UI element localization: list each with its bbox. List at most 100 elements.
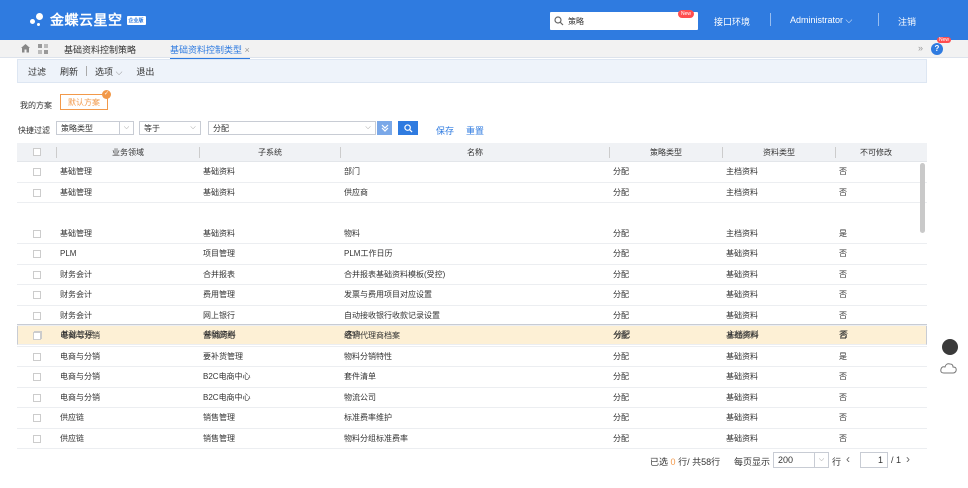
cloud-icon[interactable] (940, 362, 958, 376)
row-checkbox[interactable] (33, 229, 41, 238)
selected-prefix: 已选 (650, 457, 669, 467)
table-row[interactable]: 电商与分销 B2C电商中心 物流公司 分配 基础资料 否 (17, 388, 927, 408)
cell-subsystem: 费用管理 (203, 290, 235, 299)
logo-mark-icon (28, 11, 46, 29)
page-number-value: 1 (877, 455, 883, 465)
tab-control-type[interactable]: 基础资料控制类型 × (170, 43, 250, 60)
apps-grid-icon[interactable] (38, 44, 48, 56)
logout-link[interactable]: 注销 (898, 15, 916, 28)
assistant-avatar[interactable] (942, 339, 958, 355)
row-checkbox[interactable] (33, 291, 41, 299)
row-checkbox[interactable] (33, 311, 41, 320)
row-checkbox[interactable] (33, 250, 41, 258)
cell-strategy-type: 分配 (613, 413, 629, 422)
refresh-button[interactable]: 刷新 (60, 65, 78, 78)
filter-operator-select[interactable]: 等于 ⌵ (139, 121, 201, 135)
table-row[interactable]: 基础管理 基础资料 物料 分配 主档资料 是 (17, 224, 927, 244)
table-row[interactable]: PLM 项目管理 PLM工作日历 分配 基础资料 否 (17, 244, 927, 265)
page-number-input[interactable]: 1 (860, 452, 888, 468)
home-icon[interactable] (20, 43, 31, 55)
quick-filter-label: 快捷过滤 (18, 126, 50, 135)
chevron-down-icon[interactable]: ⌵ (361, 122, 375, 134)
row-checkbox[interactable] (33, 352, 41, 361)
cell-domain: 供应链 (60, 413, 84, 422)
column-header-name[interactable]: 名称 (341, 143, 609, 162)
column-header-data-type[interactable]: 资料类型 (723, 143, 835, 162)
table-row[interactable]: 基础管理 基础资料 部门 分配 主档资料 否 (17, 162, 927, 183)
select-all-checkbox[interactable] (33, 148, 41, 156)
user-menu[interactable]: Administrator ⌵ (790, 15, 852, 26)
help-icon[interactable]: ? (931, 43, 943, 55)
cell-locked: 否 (839, 433, 847, 443)
table-row[interactable]: 财务会计 费用管理 发票与费用项目对应设置 分配 基础资料 否 (17, 285, 927, 306)
row-checkbox[interactable] (33, 434, 41, 443)
table-row[interactable]: 电商与分销 B2C电商中心 套件清单 分配 基础资料 否 (17, 367, 927, 388)
table-row[interactable]: 财务会计 合并报表 合并报表基础资料模板(受控) 分配 基础资料 否 (17, 265, 927, 285)
table-row[interactable]: 电商与分销 营销网络 经销代理商档案 分配 基础资料 否 (17, 326, 927, 347)
row-checkbox[interactable] (33, 332, 41, 340)
search-icon[interactable] (550, 16, 568, 26)
data-table: 业务领域 子系统 名称 策略类型 资料类型 不可修改 基础管理 基础资料 部门 分配主… (17, 143, 927, 449)
per-page-select[interactable]: 200 ⌵ (773, 452, 829, 468)
filter-value-text: 分配 (213, 123, 229, 133)
column-header-locked[interactable]: 不可修改 (836, 143, 916, 162)
column-header-strategy-type[interactable]: 策略类型 (610, 143, 722, 162)
global-search[interactable]: 策略 (550, 12, 698, 30)
filter-search-button[interactable] (398, 121, 418, 135)
close-icon[interactable]: × (245, 45, 250, 55)
column-header-domain[interactable]: 业务领域 (57, 143, 199, 162)
double-chevron-down-icon[interactable] (377, 121, 392, 135)
cell-locked: 否 (839, 187, 847, 197)
table-row[interactable]: 供应链 销售管理 标准费率维护 分配 基础资料 否 (17, 408, 927, 429)
scheme-label: 我的方案 (20, 101, 52, 110)
table-body: 基础管理 基础资料 部门 分配 主档资料否基础管理 基础资料 供应商 分配 主档资料否基础管理基… (17, 162, 927, 449)
chevron-down-icon[interactable]: ⌵ (119, 122, 133, 134)
table-row[interactable]: 财务会计 网上银行 自动接收银行收款记录设置 分配 基础资料 否 (17, 306, 927, 326)
tab-control-strategy[interactable]: 基础资料控制策略 (64, 43, 136, 56)
cell-strategy-type: 分配 (613, 249, 629, 258)
cell-strategy-type: 分配 (613, 392, 629, 402)
tab-label: 基础资料控制类型 (170, 45, 243, 55)
table-row[interactable]: 电商与分销 要补货管理 物料分销特性 分配 基础资料 是 (17, 347, 927, 367)
cell-strategy-type: 分配 (613, 269, 629, 279)
check-icon: ✓ (102, 90, 111, 99)
cell-locked: 否 (839, 331, 847, 340)
default-scheme-button[interactable]: 默认方案 (60, 94, 108, 110)
row-checkbox[interactable] (33, 168, 41, 176)
row-checkbox[interactable] (33, 414, 41, 422)
cell-name: 经销代理商档案 (344, 331, 400, 340)
table-row[interactable]: 供应链 销售管理 物料分组标准费率 分配 基础资料 否 (17, 429, 927, 449)
options-menu[interactable]: 选项 ⌵ (95, 65, 122, 78)
cell-strategy-type: 分配 (613, 310, 629, 320)
cell-strategy-type: 分配 (613, 290, 629, 299)
cell-domain: 财务会计 (60, 290, 92, 299)
column-header-subsystem[interactable]: 子系统 (200, 143, 340, 162)
env-link[interactable]: 接口环境 (714, 15, 750, 28)
cell-subsystem: 基础资料 (203, 167, 235, 176)
reset-filter-link[interactable]: 重置 (466, 124, 484, 137)
table-scrollbar[interactable] (920, 163, 925, 233)
cell-domain: 供应链 (60, 433, 84, 443)
row-checkbox[interactable] (33, 188, 41, 197)
chevron-down-icon[interactable]: ⌵ (186, 122, 200, 134)
save-scheme-link[interactable]: 保存 (436, 124, 454, 137)
filter-value-select[interactable]: 分配 ⌵ (208, 121, 376, 135)
search-input[interactable]: 策略 (568, 16, 584, 27)
search-new-badge: New (678, 10, 695, 18)
table-row[interactable]: 基础管理 基础资料 供应商 分配 主档资料 否 (17, 183, 927, 203)
row-checkbox[interactable] (33, 270, 41, 279)
row-checkbox[interactable] (33, 373, 41, 381)
next-page-icon[interactable]: › (906, 452, 910, 466)
cell-locked: 否 (839, 269, 847, 279)
double-chevron-down-icon[interactable]: » (918, 43, 923, 53)
prev-page-icon[interactable]: ‹ (846, 452, 850, 466)
search-icon (403, 123, 413, 133)
filter-field-select[interactable]: 策略类型 ⌵ (56, 121, 134, 135)
exit-button[interactable]: 退出 (136, 65, 154, 78)
cell-locked: 否 (839, 392, 847, 402)
row-checkbox[interactable] (33, 393, 41, 402)
filter-button[interactable]: 过滤 (28, 65, 46, 78)
chevron-down-icon[interactable]: ⌵ (814, 453, 828, 467)
brand-logo[interactable]: 金蝶云星空 企业版 (28, 10, 146, 30)
cell-strategy-type: 分配 (613, 228, 629, 238)
